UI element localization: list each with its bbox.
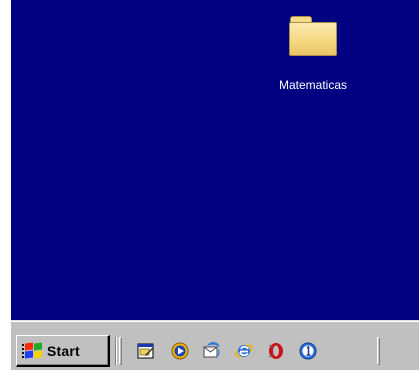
taskbar: Start xyxy=(11,320,419,370)
desktop-icon-label: Matematicas xyxy=(278,78,348,92)
taskbar-grip[interactable] xyxy=(377,337,380,365)
outlook-express-icon[interactable] xyxy=(201,340,223,362)
circle-one-icon[interactable] xyxy=(297,340,319,362)
internet-explorer-icon[interactable] xyxy=(233,340,255,362)
start-button[interactable]: Start xyxy=(16,335,110,367)
desktop[interactable]: Matematicas xyxy=(11,0,419,320)
show-desktop-icon[interactable] xyxy=(135,340,157,362)
folder-icon xyxy=(288,16,338,56)
quick-launch-grip[interactable] xyxy=(119,337,122,365)
start-label: Start xyxy=(47,342,80,359)
windows-logo-icon xyxy=(22,341,44,360)
screen: Matematicas Start xyxy=(0,0,419,370)
opera-icon[interactable] xyxy=(265,340,287,362)
taskbar-separator xyxy=(115,337,117,365)
media-player-icon[interactable] xyxy=(169,340,191,362)
desktop-icon-matematicas[interactable]: Matematicas xyxy=(258,16,368,92)
